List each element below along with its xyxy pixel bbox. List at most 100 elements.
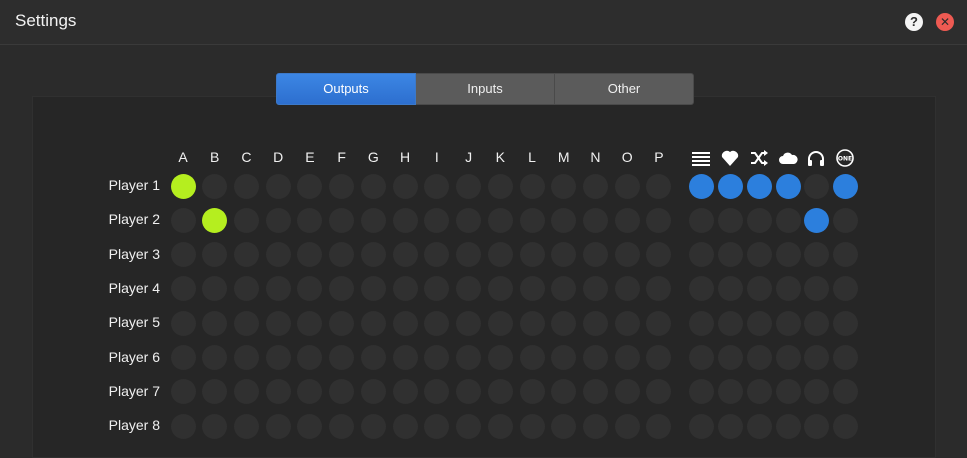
option-toggle-heart[interactable]	[717, 310, 743, 336]
output-toggle-m[interactable]	[551, 310, 577, 336]
option-toggle-one[interactable]	[832, 379, 858, 405]
option-toggle-heart[interactable]	[717, 276, 743, 302]
output-toggle-n[interactable]	[582, 413, 608, 439]
option-toggle-headphones[interactable]	[803, 413, 829, 439]
option-toggle-shuffle[interactable]	[746, 276, 772, 302]
output-toggle-k[interactable]	[487, 173, 513, 199]
output-toggle-k[interactable]	[487, 413, 513, 439]
option-toggle-shuffle[interactable]	[746, 310, 772, 336]
output-toggle-o[interactable]	[614, 345, 640, 370]
output-toggle-n[interactable]	[582, 207, 608, 233]
output-toggle-o[interactable]	[614, 379, 640, 405]
output-toggle-l[interactable]	[519, 276, 545, 302]
help-button[interactable]: ?	[905, 13, 923, 31]
option-toggle-cloud[interactable]	[775, 242, 801, 268]
output-toggle-a[interactable]	[170, 379, 196, 405]
output-toggle-d[interactable]	[265, 379, 291, 405]
output-toggle-l[interactable]	[519, 242, 545, 268]
output-toggle-d[interactable]	[265, 242, 291, 268]
tab-inputs[interactable]: Inputs	[416, 73, 555, 105]
option-toggle-one[interactable]	[832, 310, 858, 336]
option-toggle-list[interactable]	[688, 276, 714, 302]
output-toggle-l[interactable]	[519, 310, 545, 336]
output-toggle-g[interactable]	[360, 379, 386, 405]
output-toggle-m[interactable]	[551, 413, 577, 439]
option-toggle-headphones[interactable]	[803, 310, 829, 336]
output-toggle-a[interactable]	[170, 173, 196, 199]
option-toggle-cloud[interactable]	[775, 207, 801, 233]
output-toggle-e[interactable]	[297, 413, 323, 439]
output-toggle-g[interactable]	[360, 173, 386, 199]
output-toggle-c[interactable]	[233, 413, 259, 439]
tab-other[interactable]: Other	[555, 73, 694, 105]
output-toggle-k[interactable]	[487, 379, 513, 405]
option-toggle-cloud[interactable]	[775, 379, 801, 405]
output-toggle-b[interactable]	[202, 207, 228, 233]
tab-outputs[interactable]: Outputs	[276, 73, 416, 105]
output-toggle-o[interactable]	[614, 276, 640, 302]
option-toggle-shuffle[interactable]	[746, 345, 772, 370]
output-toggle-a[interactable]	[170, 242, 196, 268]
output-toggle-j[interactable]	[456, 345, 482, 370]
output-toggle-h[interactable]	[392, 413, 418, 439]
output-toggle-p[interactable]	[646, 413, 672, 439]
option-toggle-list[interactable]	[688, 379, 714, 405]
output-toggle-k[interactable]	[487, 207, 513, 233]
output-toggle-i[interactable]	[424, 173, 450, 199]
output-toggle-n[interactable]	[582, 242, 608, 268]
output-toggle-j[interactable]	[456, 242, 482, 268]
output-toggle-c[interactable]	[233, 242, 259, 268]
output-toggle-h[interactable]	[392, 173, 418, 199]
option-toggle-list[interactable]	[688, 310, 714, 336]
option-toggle-shuffle[interactable]	[746, 173, 772, 199]
output-toggle-h[interactable]	[392, 276, 418, 302]
output-toggle-h[interactable]	[392, 242, 418, 268]
option-toggle-list[interactable]	[688, 173, 714, 199]
output-toggle-l[interactable]	[519, 345, 545, 370]
option-toggle-list[interactable]	[688, 207, 714, 233]
output-toggle-h[interactable]	[392, 207, 418, 233]
output-toggle-o[interactable]	[614, 173, 640, 199]
option-toggle-list[interactable]	[688, 242, 714, 268]
output-toggle-d[interactable]	[265, 207, 291, 233]
option-toggle-heart[interactable]	[717, 413, 743, 439]
output-toggle-m[interactable]	[551, 173, 577, 199]
output-toggle-a[interactable]	[170, 413, 196, 439]
output-toggle-k[interactable]	[487, 345, 513, 370]
output-toggle-e[interactable]	[297, 173, 323, 199]
option-toggle-list[interactable]	[688, 345, 714, 370]
output-toggle-h[interactable]	[392, 379, 418, 405]
option-toggle-one[interactable]	[832, 173, 858, 199]
option-toggle-shuffle[interactable]	[746, 207, 772, 233]
option-toggle-shuffle[interactable]	[746, 242, 772, 268]
output-toggle-k[interactable]	[487, 242, 513, 268]
output-toggle-f[interactable]	[329, 173, 355, 199]
option-toggle-heart[interactable]	[717, 379, 743, 405]
option-toggle-cloud[interactable]	[775, 310, 801, 336]
output-toggle-l[interactable]	[519, 379, 545, 405]
output-toggle-j[interactable]	[456, 207, 482, 233]
output-toggle-o[interactable]	[614, 242, 640, 268]
output-toggle-c[interactable]	[233, 173, 259, 199]
output-toggle-j[interactable]	[456, 413, 482, 439]
option-toggle-heart[interactable]	[717, 345, 743, 370]
output-toggle-o[interactable]	[614, 413, 640, 439]
option-toggle-headphones[interactable]	[803, 276, 829, 302]
output-toggle-f[interactable]	[329, 207, 355, 233]
option-toggle-cloud[interactable]	[775, 345, 801, 370]
output-toggle-i[interactable]	[424, 310, 450, 336]
option-toggle-list[interactable]	[688, 413, 714, 439]
output-toggle-g[interactable]	[360, 242, 386, 268]
option-toggle-one[interactable]	[832, 276, 858, 302]
output-toggle-b[interactable]	[202, 413, 228, 439]
output-toggle-n[interactable]	[582, 345, 608, 370]
output-toggle-o[interactable]	[614, 310, 640, 336]
output-toggle-d[interactable]	[265, 413, 291, 439]
option-toggle-headphones[interactable]	[803, 379, 829, 405]
output-toggle-k[interactable]	[487, 310, 513, 336]
output-toggle-e[interactable]	[297, 310, 323, 336]
output-toggle-d[interactable]	[265, 310, 291, 336]
output-toggle-b[interactable]	[202, 173, 228, 199]
output-toggle-h[interactable]	[392, 310, 418, 336]
output-toggle-l[interactable]	[519, 173, 545, 199]
